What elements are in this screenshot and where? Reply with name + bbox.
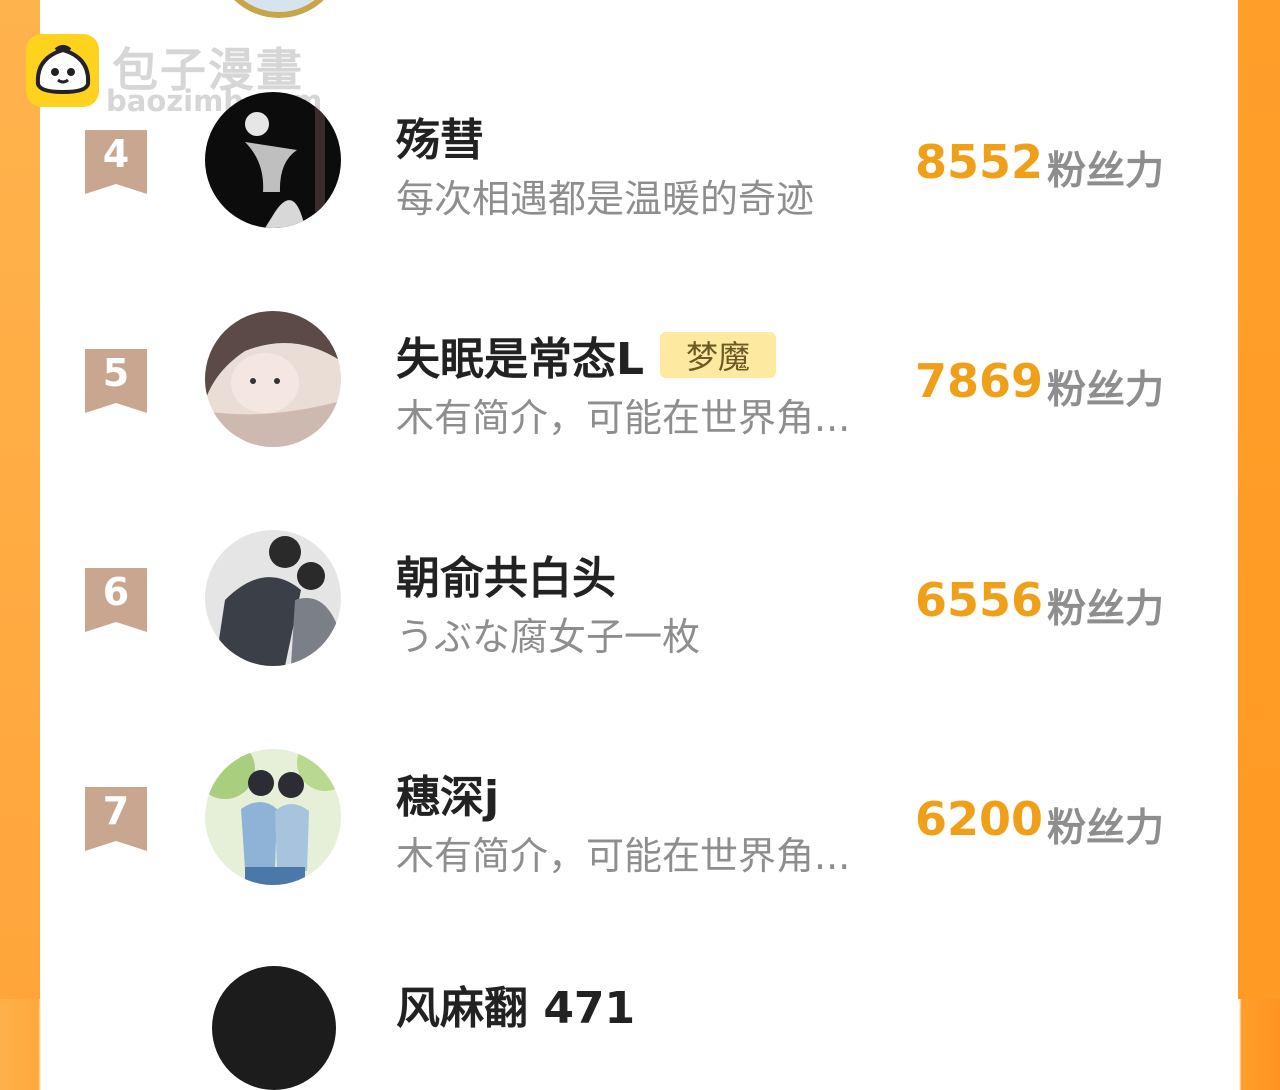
user-bio: 每次相遇都是温暖的奇迹 — [396, 177, 815, 221]
rank-number: 5 — [102, 351, 130, 395]
user-name-line: 殇彗 — [396, 108, 484, 166]
title-badge: 梦魔 — [660, 332, 777, 378]
list-item[interactable]: 7 穗深j 木有简介，可能在世界角... 6200 粉丝力 — [0, 749, 1280, 937]
avatar[interactable] — [205, 92, 341, 228]
avatar-rank-8-partial[interactable] — [212, 966, 336, 1090]
user-bio: 木有简介，可能在世界角... — [396, 396, 851, 440]
rank-number: 6 — [102, 570, 130, 614]
avatar[interactable] — [205, 749, 341, 885]
user-name-line: 穗深j — [396, 765, 499, 823]
fan-score-unit: 粉丝力 — [1047, 149, 1165, 194]
avatar[interactable] — [205, 311, 341, 447]
user-bio: 木有简介，可能在世界角... — [396, 834, 851, 878]
fan-score-unit: 粉丝力 — [1047, 368, 1165, 413]
fan-score-unit: 粉丝力 — [1047, 806, 1165, 851]
list-item[interactable]: 6 朝俞共白头 うぶな腐女子一枚 6556 粉丝力 — [0, 530, 1280, 718]
user-name[interactable]: 朝俞共白头 — [396, 542, 616, 606]
fan-score: 6200 — [915, 792, 1044, 846]
avatar[interactable] — [205, 530, 341, 666]
user-name[interactable]: 失眠是常态L — [396, 323, 644, 387]
user-bio: うぶな腐女子一枚 — [396, 615, 701, 659]
rank-number: 7 — [102, 789, 130, 833]
user-name-line: 朝俞共白头 — [396, 546, 616, 604]
fan-score: 8552 — [915, 135, 1044, 189]
user-name[interactable]: 穗深j — [396, 761, 499, 825]
list-item[interactable]: 4 殇彗 每次相遇都是温暖的奇迹 8552 粉丝力 — [0, 92, 1280, 280]
user-name-line: 失眠是常态L 梦魔 — [396, 327, 777, 385]
rank-ribbon: 5 — [85, 349, 147, 413]
list-item[interactable]: 5 失眠是常态L 梦魔 木有简介，可能在世界角... 7869 粉丝力 — [0, 311, 1280, 499]
user-name[interactable]: 殇彗 — [396, 104, 484, 168]
user-name-partial[interactable]: 风麻翻 471 — [396, 972, 635, 1036]
fan-score: 6556 — [915, 573, 1044, 627]
fan-score: 7869 — [915, 354, 1044, 408]
rank-number: 4 — [102, 132, 130, 176]
rank-ribbon: 4 — [85, 130, 147, 194]
bun-logo-icon — [26, 34, 99, 107]
rank-ribbon: 6 — [85, 568, 147, 632]
rank-ribbon: 7 — [85, 787, 147, 851]
fan-score-unit: 粉丝力 — [1047, 587, 1165, 632]
